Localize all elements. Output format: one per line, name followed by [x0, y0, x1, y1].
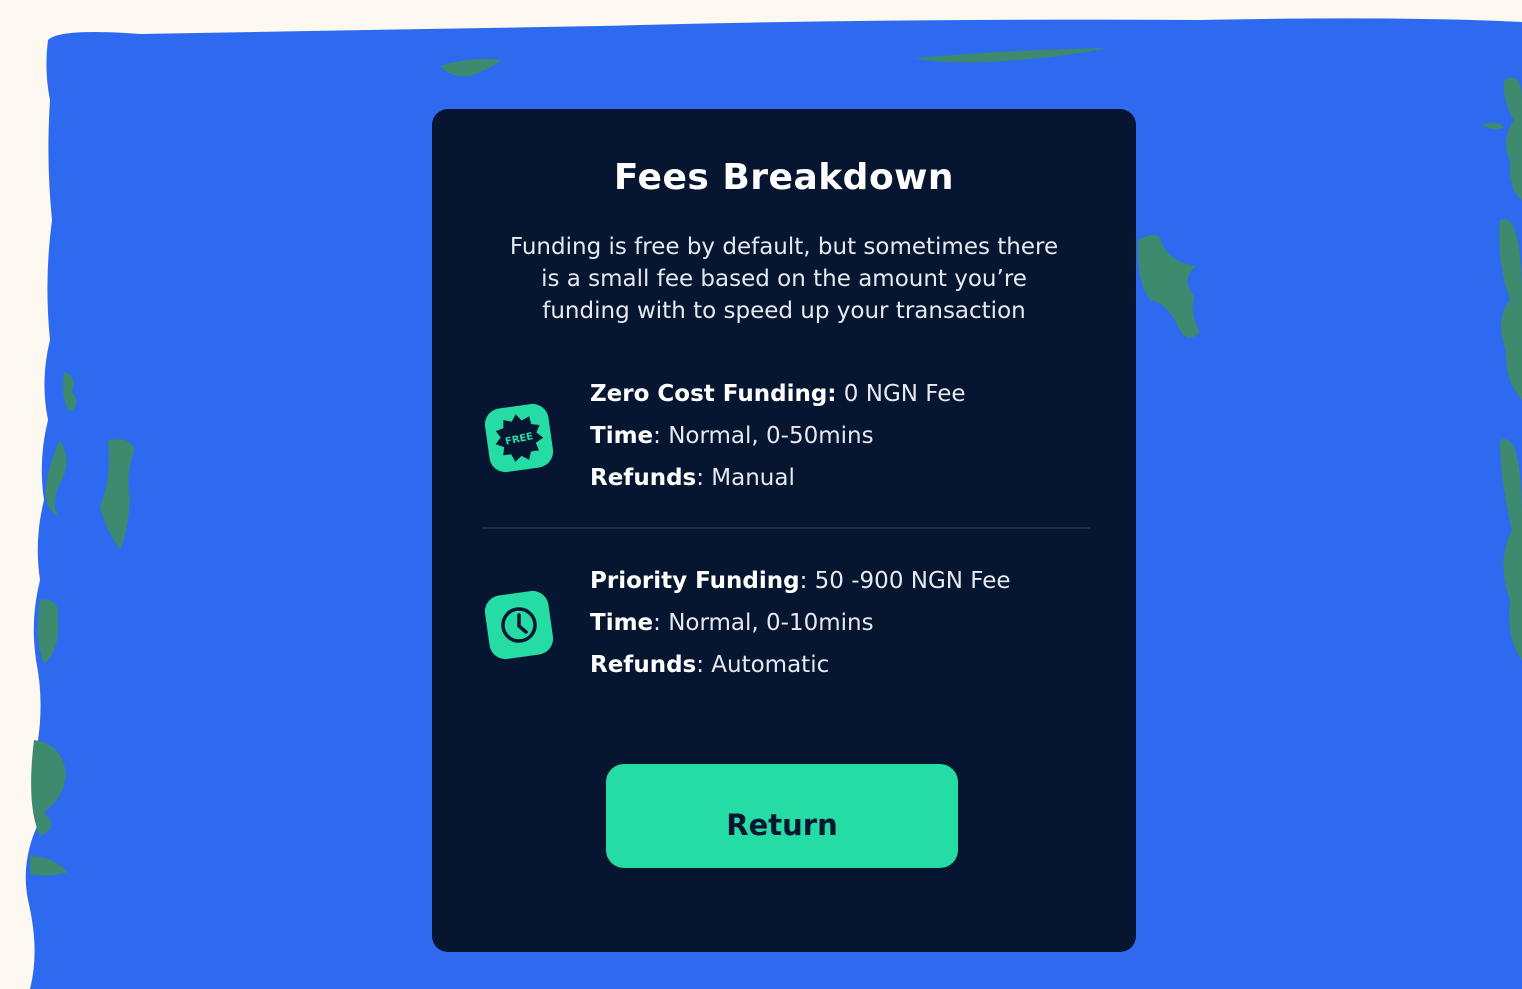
option-time-line: Time: Normal, 0-10mins [590, 602, 1011, 644]
free-badge-icon: FREE [484, 403, 554, 473]
option-name-line: Priority Funding: 50 -900 NGN Fee [590, 560, 1011, 602]
option-name-label: Zero Cost Funding: [590, 381, 837, 407]
option-name-line: Zero Cost Funding: 0 NGN Fee [590, 373, 966, 415]
refunds-value: : Manual [696, 465, 795, 491]
refunds-value: : Automatic [696, 652, 830, 678]
zero-cost-funding-option: FREE Zero Cost Funding: 0 NGN Fee Time: … [432, 373, 1136, 499]
option-fee-value: 0 NGN Fee [836, 381, 966, 407]
priority-funding-option: Priority Funding: 50 -900 NGN Fee Time: … [432, 560, 1136, 686]
modal-description: Funding is free by default, but sometime… [509, 234, 1059, 324]
return-button[interactable]: Return [606, 764, 958, 868]
time-label: Time [590, 423, 654, 449]
clock-icon [484, 590, 554, 660]
zero-cost-details: Zero Cost Funding: 0 NGN Fee Time: Norma… [590, 373, 966, 499]
time-value: : Normal, 0-50mins [653, 423, 874, 449]
time-label: Time [590, 610, 654, 636]
refunds-label: Refunds [590, 465, 697, 491]
option-refunds-line: Refunds: Manual [590, 457, 966, 499]
option-name-label: Priority Funding [590, 568, 800, 594]
fees-breakdown-modal: Fees Breakdown Funding is free by defaul… [432, 109, 1136, 952]
option-refunds-line: Refunds: Automatic [590, 644, 1011, 686]
time-value: : Normal, 0-10mins [653, 610, 874, 636]
option-fee-value: : 50 -900 NGN Fee [799, 568, 1011, 594]
page: Fees Breakdown Funding is free by defaul… [0, 0, 1522, 989]
refunds-label: Refunds [590, 652, 697, 678]
options-divider [482, 527, 1090, 529]
option-time-line: Time: Normal, 0-50mins [590, 415, 966, 457]
modal-title: Fees Breakdown [613, 157, 955, 198]
priority-details: Priority Funding: 50 -900 NGN Fee Time: … [590, 560, 1011, 686]
